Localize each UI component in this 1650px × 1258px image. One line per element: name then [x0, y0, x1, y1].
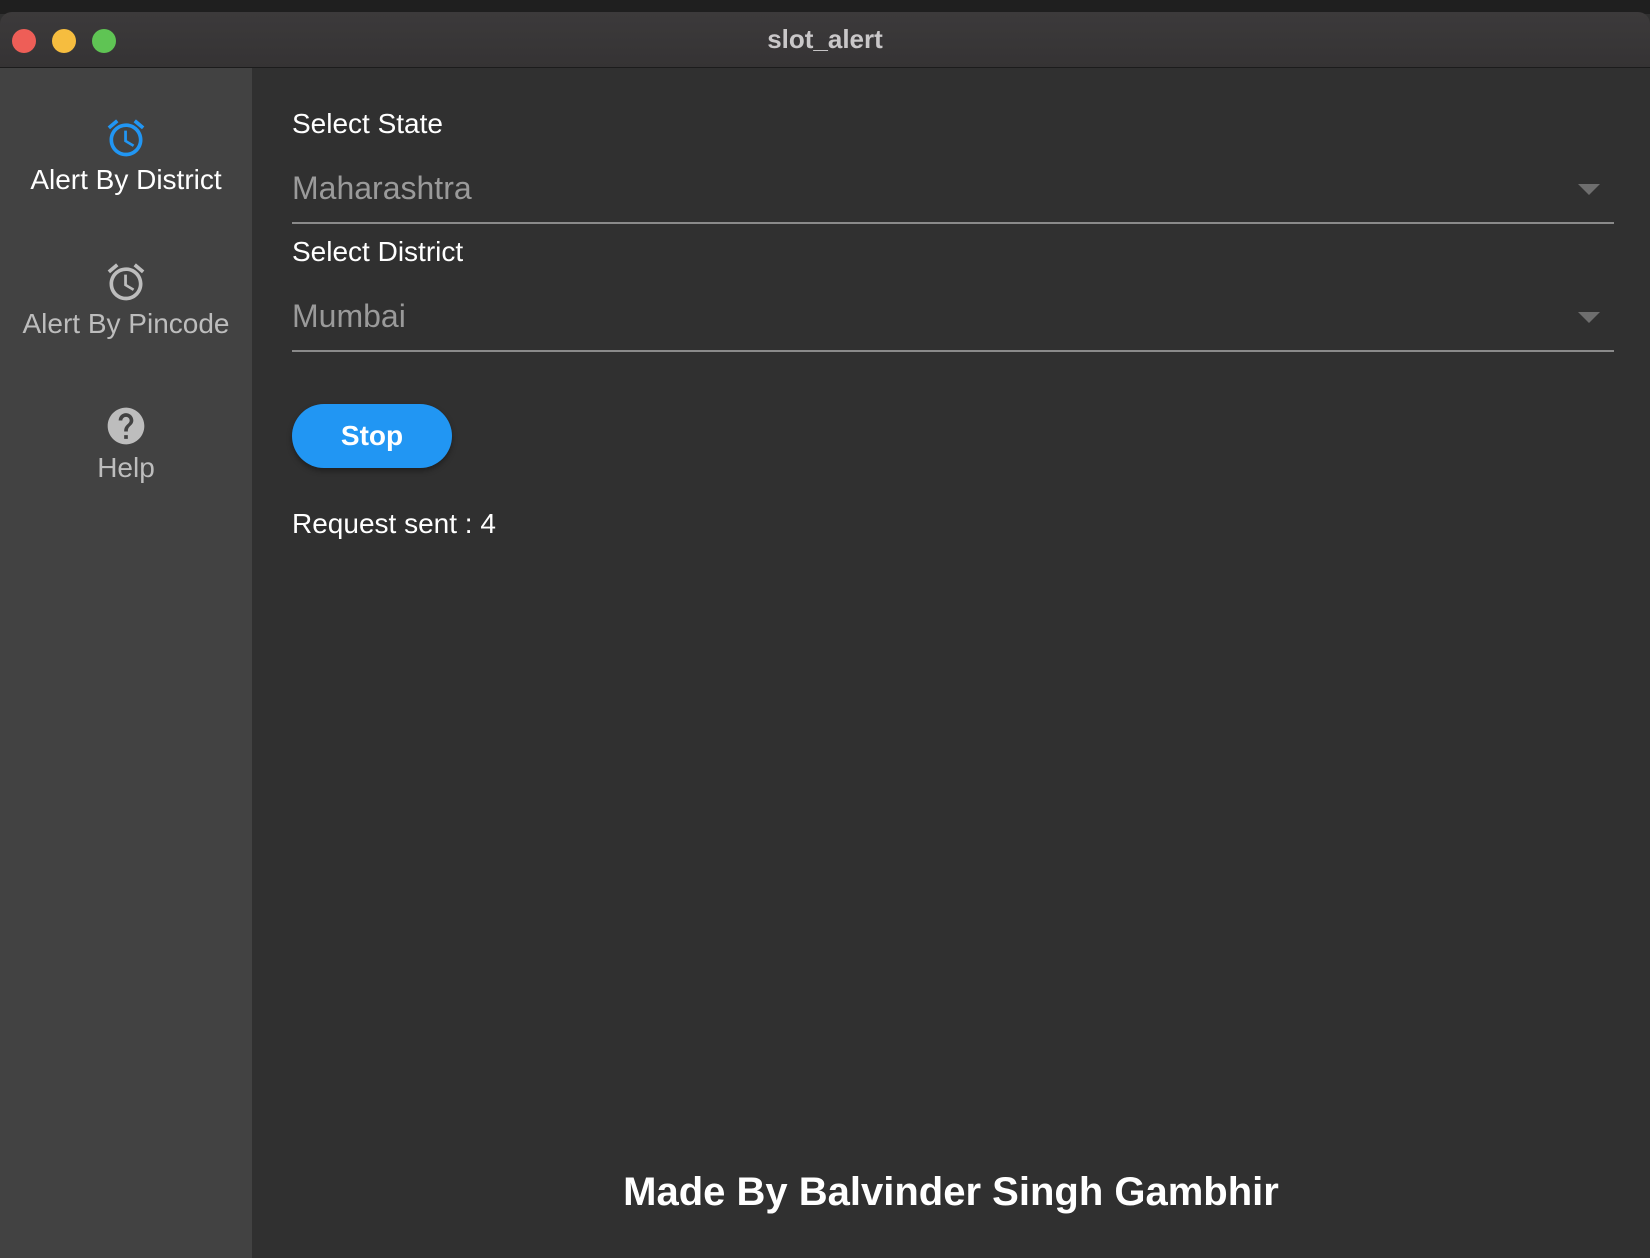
sidebar-item-help[interactable]: Help [0, 404, 252, 514]
app-window: slot_alert Alert By District Alert By Pi… [0, 0, 1650, 1258]
sidebar-item-label: Alert By Pincode [22, 308, 230, 339]
alarm-clock-icon [107, 263, 145, 301]
district-field-label: Select District [292, 236, 464, 267]
request-count-status: Request sent : 4 [292, 508, 496, 539]
sidebar-item-label: Alert By District [30, 164, 222, 195]
sidebar-item-label: Help [97, 452, 155, 483]
window-title: slot_alert [767, 24, 883, 54]
district-dropdown[interactable]: Mumbai [292, 288, 1614, 352]
help-circle-icon [107, 407, 145, 445]
main-content: Select State Maharashtra Select District… [252, 68, 1650, 1258]
state-dropdown-value: Maharashtra [292, 170, 472, 206]
chevron-down-icon [1578, 184, 1600, 195]
chevron-down-icon [1578, 312, 1600, 323]
state-field-label: Select State [292, 108, 443, 139]
stop-button[interactable]: Stop [292, 404, 452, 468]
alarm-clock-icon [107, 119, 145, 157]
title-bar: slot_alert [0, 12, 1650, 68]
state-dropdown[interactable]: Maharashtra [292, 160, 1614, 224]
navigation-sidebar: Alert By District Alert By Pincode Help [0, 68, 252, 1258]
author-credit: Made By Balvinder Singh Gambhir [623, 1170, 1279, 1214]
sidebar-item-alert-by-pincode[interactable]: Alert By Pincode [0, 260, 252, 370]
sidebar-item-alert-by-district[interactable]: Alert By District [0, 116, 252, 226]
district-dropdown-value: Mumbai [292, 298, 406, 334]
